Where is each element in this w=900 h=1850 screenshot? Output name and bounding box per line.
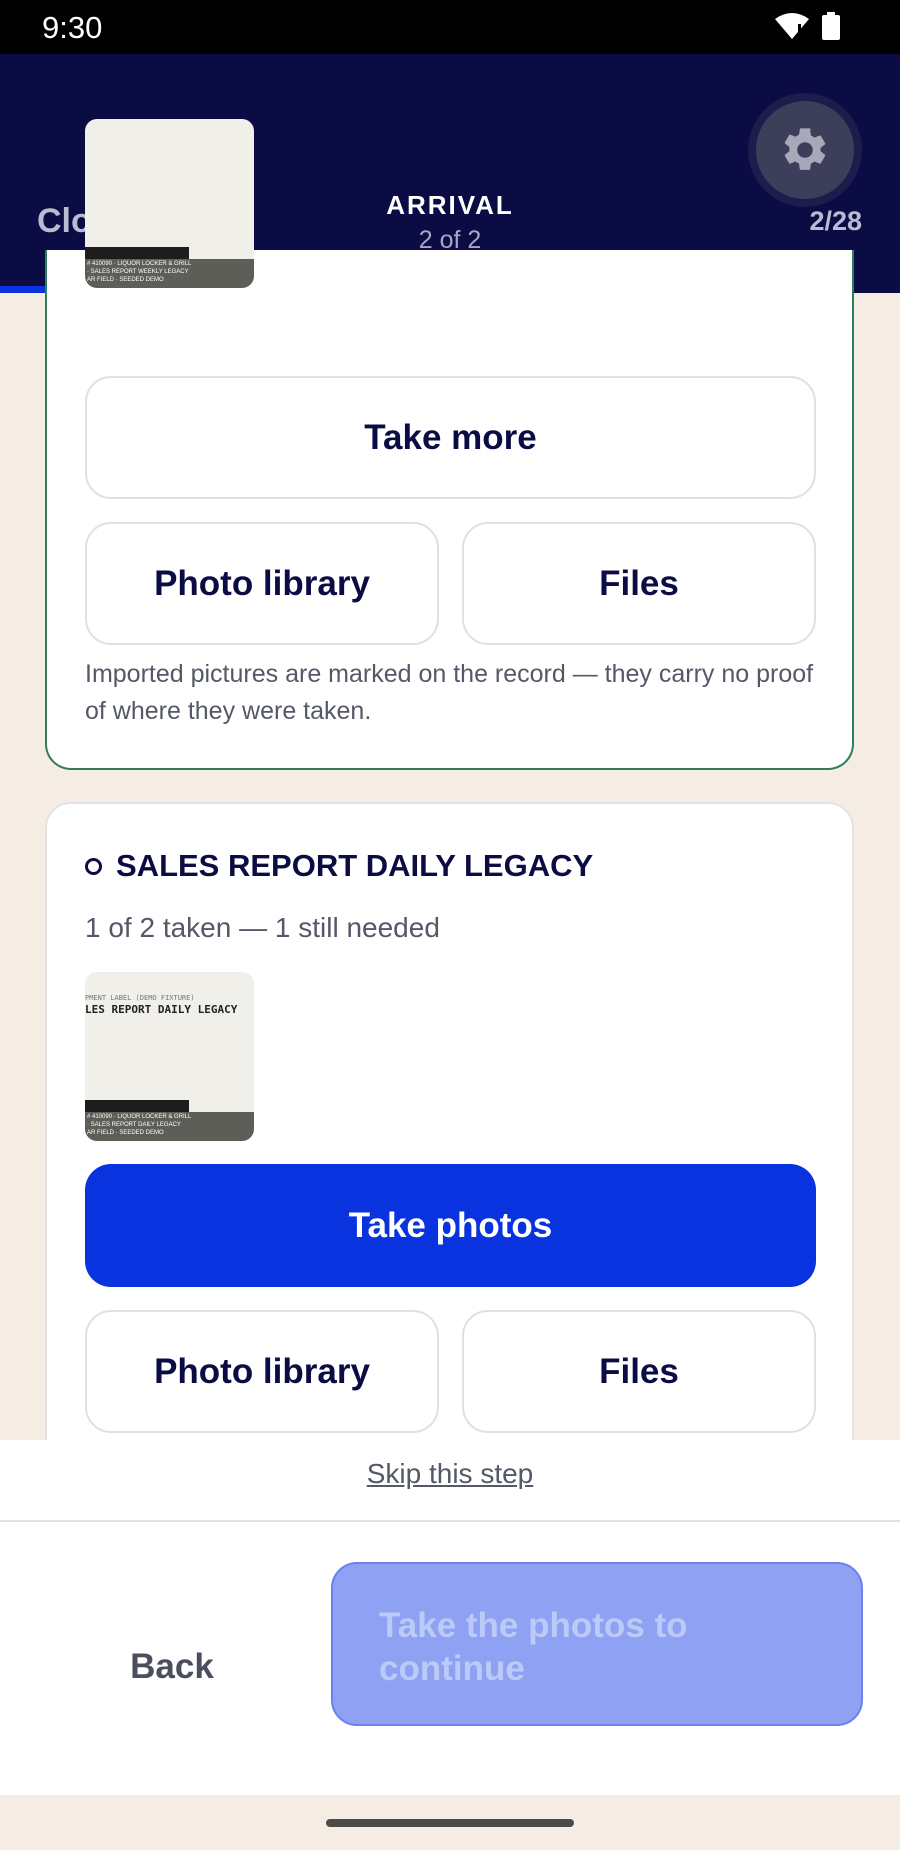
navigation-bar xyxy=(0,1795,900,1850)
import-note: Imported pictures are marked on the reco… xyxy=(85,660,814,725)
thumbnail-top-line: PMENT LABEL (DEMO FIXTURE) xyxy=(85,994,195,1002)
status-bar: 9:30 xyxy=(0,0,900,54)
status-icons xyxy=(774,12,840,40)
gear-icon xyxy=(784,128,826,170)
back-button[interactable]: Back xyxy=(60,1622,284,1712)
skip-bar: Skip this step xyxy=(0,1440,900,1522)
skip-step-link[interactable]: Skip this step xyxy=(0,1458,900,1490)
photo-requirement-card-completed: # 410090 · LIQUOR LOCKER & GRILL · SALES… xyxy=(45,119,854,770)
take-photos-button[interactable]: Take photos xyxy=(85,1164,816,1287)
files-button[interactable]: Files xyxy=(462,522,816,645)
wifi-icon xyxy=(775,13,809,39)
photo-thumbnail[interactable]: # 410090 · LIQUOR LOCKER & GRILL · SALES… xyxy=(85,119,254,288)
thumbnail-footer: # 410090 · LIQUOR LOCKER & GRILL · SALES… xyxy=(85,259,254,288)
photo-library-button[interactable]: Photo library xyxy=(85,1310,439,1433)
thumbnail-footer: # 410090 · LIQUOR LOCKER & GRILL · SALES… xyxy=(85,1112,254,1141)
requirement-heading: SALES REPORT DAILY LEGACY xyxy=(85,848,593,884)
bottom-action-bar: Back Take the photos to continue xyxy=(0,1522,900,1795)
pending-circle-icon xyxy=(85,857,102,875)
continue-button[interactable]: Take the photos to continue xyxy=(331,1562,863,1726)
thumbnail-label: LES REPORT DAILY LEGACY xyxy=(85,1003,238,1016)
requirement-status: 1 of 2 taken — 1 still needed xyxy=(85,912,440,943)
home-indicator[interactable] xyxy=(326,1819,574,1827)
step-counter: 2/28 xyxy=(809,206,862,236)
photo-requirement-card-pending: SALES REPORT DAILY LEGACY 1 of 2 taken —… xyxy=(45,802,854,1502)
files-button[interactable]: Files xyxy=(462,1310,816,1433)
requirement-title: SALES REPORT DAILY LEGACY xyxy=(116,848,594,883)
status-time: 9:30 xyxy=(42,10,103,45)
take-more-button[interactable]: Take more xyxy=(85,376,816,499)
thumbnail-label-bar xyxy=(85,247,189,259)
photo-library-button[interactable]: Photo library xyxy=(85,522,439,645)
thumbnail-label-bar xyxy=(85,1100,189,1112)
battery-icon xyxy=(822,12,840,40)
photo-thumbnail[interactable]: PMENT LABEL (DEMO FIXTURE) LES REPORT DA… xyxy=(85,972,254,1141)
settings-button[interactable] xyxy=(756,101,854,199)
